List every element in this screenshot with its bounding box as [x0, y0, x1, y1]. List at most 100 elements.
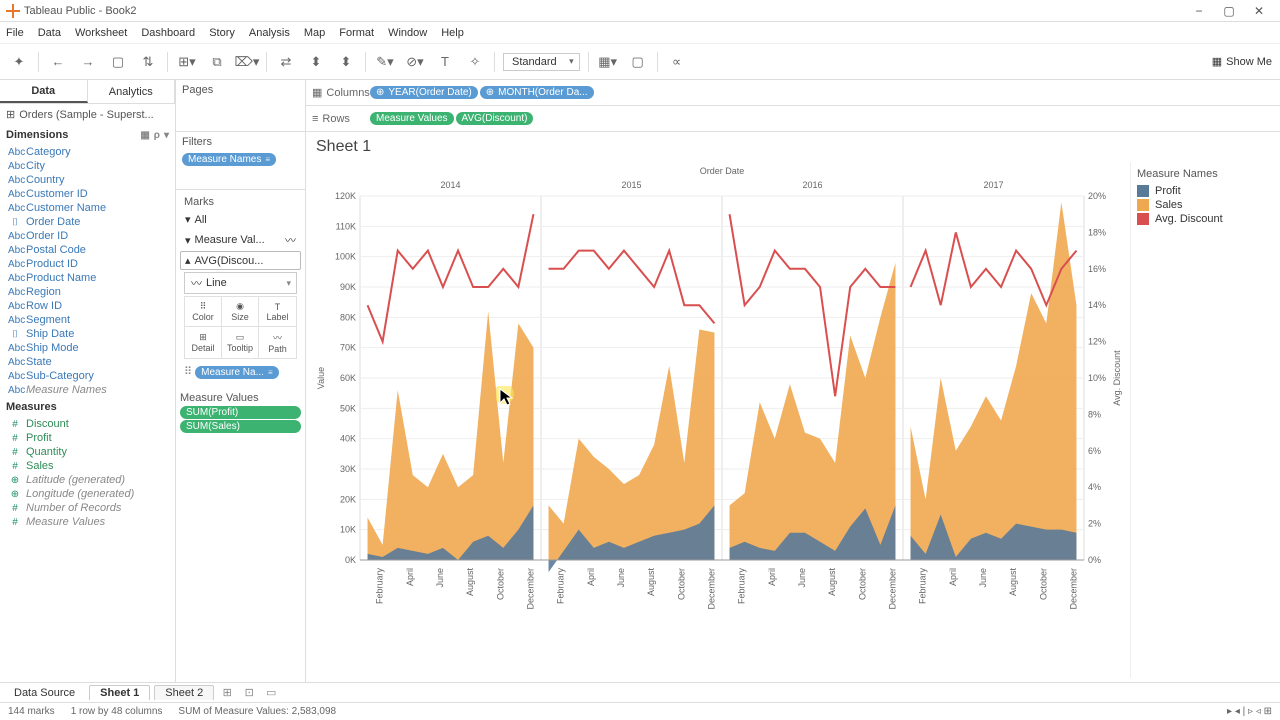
dimension-sub-category[interactable]: AbcSub-Category	[4, 369, 171, 383]
legend-item-sales[interactable]: Sales	[1137, 198, 1254, 212]
swap-button[interactable]: ⇄	[275, 51, 297, 73]
dimension-ship-mode[interactable]: AbcShip Mode	[4, 341, 171, 355]
dimension-order-id[interactable]: AbcOrder ID	[4, 229, 171, 243]
sheet-title[interactable]: Sheet 1	[306, 132, 1280, 158]
marks-avg-discount[interactable]: ▴ AVG(Discou...	[180, 251, 301, 270]
pages-shelf[interactable]: Pages	[176, 80, 305, 132]
view-cards-button[interactable]: ▦▾	[597, 51, 619, 73]
mark-path[interactable]: 〰Path	[259, 327, 296, 358]
dimension-category[interactable]: AbcCategory	[4, 145, 171, 159]
measure-measure-values[interactable]: #Measure Values	[4, 515, 171, 529]
minimize-button[interactable]: −	[1184, 4, 1214, 18]
sort-asc-button[interactable]: ⬍	[305, 51, 327, 73]
mark-label[interactable]: TLabel	[259, 297, 296, 327]
chart-area[interactable]: Order Date20142015201620170K10K20K30K40K…	[306, 158, 1280, 682]
measure-number-of-records[interactable]: #Number of Records	[4, 501, 171, 515]
new-dashboard-icon[interactable]: ⊡	[240, 686, 258, 699]
dimension-row-id[interactable]: AbcRow ID	[4, 299, 171, 313]
tab-data-source[interactable]: Data Source	[4, 686, 85, 700]
measure-sales[interactable]: #Sales	[4, 459, 171, 473]
menu-format[interactable]: Format	[339, 27, 374, 39]
fit-select[interactable]: Standard	[503, 53, 580, 71]
datasource[interactable]: ⊞ Orders (Sample - Superst...	[0, 104, 175, 125]
tableau-icon[interactable]: ✦	[8, 51, 30, 73]
row-pill-avg-discount[interactable]: AVG(Discount)	[456, 112, 534, 125]
menu-dashboard[interactable]: Dashboard	[141, 27, 195, 39]
filters-shelf[interactable]: Filters Measure Names≡	[176, 132, 305, 190]
filter-pill-measure-names[interactable]: Measure Names≡	[182, 153, 276, 166]
measure-quantity[interactable]: #Quantity	[4, 445, 171, 459]
new-worksheet-button[interactable]: ⊞▾	[176, 51, 198, 73]
menu-data[interactable]: Data	[38, 27, 61, 39]
mv-pill-sales[interactable]: SUM(Sales)	[180, 420, 301, 433]
col-pill-year[interactable]: ⊕ YEAR(Order Date)	[370, 86, 478, 99]
mv-pill-profit[interactable]: SUM(Profit)	[180, 406, 301, 419]
duplicate-button[interactable]: ⧉	[206, 51, 228, 73]
tab-sheet-2[interactable]: Sheet 2	[154, 685, 214, 700]
new-worksheet-icon[interactable]: ⊞	[218, 686, 236, 699]
share-button[interactable]: ∝	[666, 51, 688, 73]
menu-window[interactable]: Window	[388, 27, 427, 39]
new-story-icon[interactable]: ▭	[262, 686, 280, 699]
rows-shelf[interactable]: ≡ Rows Measure Values AVG(Discount)	[306, 106, 1280, 132]
tab-analytics[interactable]: Analytics	[88, 80, 176, 103]
menu-help[interactable]: Help	[441, 27, 464, 39]
dimension-state[interactable]: AbcState	[4, 355, 171, 369]
dimension-segment[interactable]: AbcSegment	[4, 313, 171, 327]
dimension-product-id[interactable]: AbcProduct ID	[4, 257, 171, 271]
text-button[interactable]: T	[434, 51, 456, 73]
columns-shelf[interactable]: ▦ Columns ⊕ YEAR(Order Date) ⊕ MONTH(Ord…	[306, 80, 1280, 106]
dimension-order-date[interactable]: ⌷Order Date	[4, 215, 171, 229]
dimension-customer-id[interactable]: AbcCustomer ID	[4, 187, 171, 201]
color-pill[interactable]: Measure Na...≡	[195, 366, 278, 379]
redo-button[interactable]: →	[77, 51, 99, 73]
presentation-button[interactable]: ▢	[627, 51, 649, 73]
menu-story[interactable]: Story	[209, 27, 235, 39]
show-me-button[interactable]: ▦ Show Me	[1212, 55, 1272, 68]
legend-item-discount[interactable]: Avg. Discount	[1137, 212, 1254, 226]
measure-profit[interactable]: #Profit	[4, 431, 171, 445]
search-icon[interactable]: ρ	[154, 130, 160, 141]
dimension-measure-names[interactable]: AbcMeasure Names	[4, 383, 171, 397]
measure-values-shelf[interactable]: Measure Values SUM(Profit) SUM(Sales)	[176, 388, 305, 438]
dimension-country[interactable]: AbcCountry	[4, 173, 171, 187]
highlight-button[interactable]: ✎▾	[374, 51, 396, 73]
menu-icon[interactable]: ▾	[164, 130, 169, 141]
marks-measure-values[interactable]: ▾ Measure Val... 〰	[180, 229, 301, 251]
undo-button[interactable]: ←	[47, 51, 69, 73]
mark-color[interactable]: ⠿Color	[185, 297, 222, 327]
menu-file[interactable]: File	[6, 27, 24, 39]
measure-latitude-generated-[interactable]: ⊕Latitude (generated)	[4, 473, 171, 487]
status-nav[interactable]: ▸ ◂ | ▹ ◃ ⊞	[1227, 706, 1272, 717]
tab-sheet-1[interactable]: Sheet 1	[89, 685, 150, 700]
close-button[interactable]: ✕	[1244, 4, 1274, 18]
row-pill-measure-values[interactable]: Measure Values	[370, 112, 454, 125]
mark-type-select[interactable]: 〰 Line	[184, 272, 297, 294]
dimension-product-name[interactable]: AbcProduct Name	[4, 271, 171, 285]
dimension-postal-code[interactable]: AbcPostal Code	[4, 243, 171, 257]
clear-button[interactable]: ⌦▾	[236, 51, 258, 73]
mark-detail[interactable]: ⊞Detail	[185, 327, 222, 358]
menu-worksheet[interactable]: Worksheet	[75, 27, 127, 39]
measure-discount[interactable]: #Discount	[4, 417, 171, 431]
sort-desc-button[interactable]: ⬍	[335, 51, 357, 73]
view-icon[interactable]: ▦	[140, 130, 149, 141]
dimension-customer-name[interactable]: AbcCustomer Name	[4, 201, 171, 215]
menu-analysis[interactable]: Analysis	[249, 27, 290, 39]
new-data-button[interactable]: ⇅	[137, 51, 159, 73]
dimension-city[interactable]: AbcCity	[4, 159, 171, 173]
group-button[interactable]: ⊘▾	[404, 51, 426, 73]
dimension-region[interactable]: AbcRegion	[4, 285, 171, 299]
tab-data[interactable]: Data	[0, 80, 88, 103]
col-pill-month[interactable]: ⊕ MONTH(Order Da...	[480, 86, 594, 99]
mark-size[interactable]: ◉Size	[222, 297, 259, 327]
maximize-button[interactable]: ▢	[1214, 4, 1244, 18]
marks-all[interactable]: ▾ All	[180, 210, 301, 229]
pin-button[interactable]: ✧	[464, 51, 486, 73]
chart-svg[interactable]: Order Date20142015201620170K10K20K30K40K…	[310, 162, 1130, 622]
measure-longitude-generated-[interactable]: ⊕Longitude (generated)	[4, 487, 171, 501]
legend-item-profit[interactable]: Profit	[1137, 184, 1254, 198]
dimension-ship-date[interactable]: ⌷Ship Date	[4, 327, 171, 341]
save-button[interactable]: ▢	[107, 51, 129, 73]
mark-tooltip[interactable]: ▭Tooltip	[222, 327, 259, 358]
